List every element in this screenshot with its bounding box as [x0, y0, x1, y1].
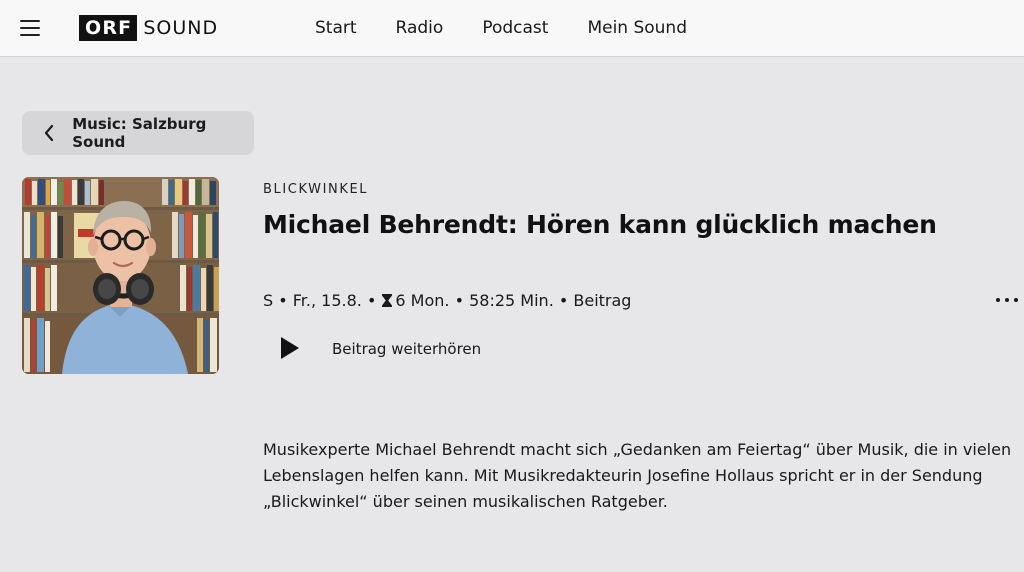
- continue-listening-label[interactable]: Beitrag weiterhören: [332, 340, 481, 358]
- meta-availability: 6 Mon. • 58:25 Min. • Beitrag: [395, 291, 632, 310]
- nav-start[interactable]: Start: [315, 18, 357, 38]
- back-to-show-button[interactable]: Music: Salzburg Sound: [22, 111, 254, 155]
- main-nav: Start Radio Podcast Mein Sound: [315, 0, 726, 56]
- episode-category: BLICKWINKEL: [263, 182, 369, 197]
- top-navigation-bar: ORF SOUND Start Radio Podcast Mein Sound: [0, 0, 1024, 57]
- orf-sound-logo[interactable]: ORF SOUND: [79, 15, 218, 41]
- back-button-label: Music: Salzburg Sound: [72, 115, 207, 151]
- play-button[interactable]: [272, 330, 308, 366]
- logo-orf-text: ORF: [79, 15, 138, 41]
- logo-sound-text: SOUND: [143, 17, 219, 39]
- hourglass-icon: [381, 293, 393, 308]
- nav-radio[interactable]: Radio: [396, 18, 444, 38]
- nav-mein-sound[interactable]: Mein Sound: [587, 18, 687, 38]
- hamburger-icon[interactable]: [20, 18, 42, 36]
- nav-podcast[interactable]: Podcast: [482, 18, 548, 38]
- episode-description: Musikexperte Michael Behrendt macht sich…: [263, 440, 1012, 511]
- meta-date: S • Fr., 15.8. •: [263, 291, 377, 310]
- episode-cover-image: [22, 177, 219, 374]
- chevron-left-icon: [43, 124, 56, 142]
- episode-meta: S • Fr., 15.8. • 6 Mon. • 58:25 Min. • B…: [263, 291, 631, 310]
- more-dots-icon[interactable]: [996, 292, 1018, 308]
- play-icon: [281, 337, 299, 359]
- episode-title: Michael Behrendt: Hören kann glücklich m…: [263, 210, 937, 239]
